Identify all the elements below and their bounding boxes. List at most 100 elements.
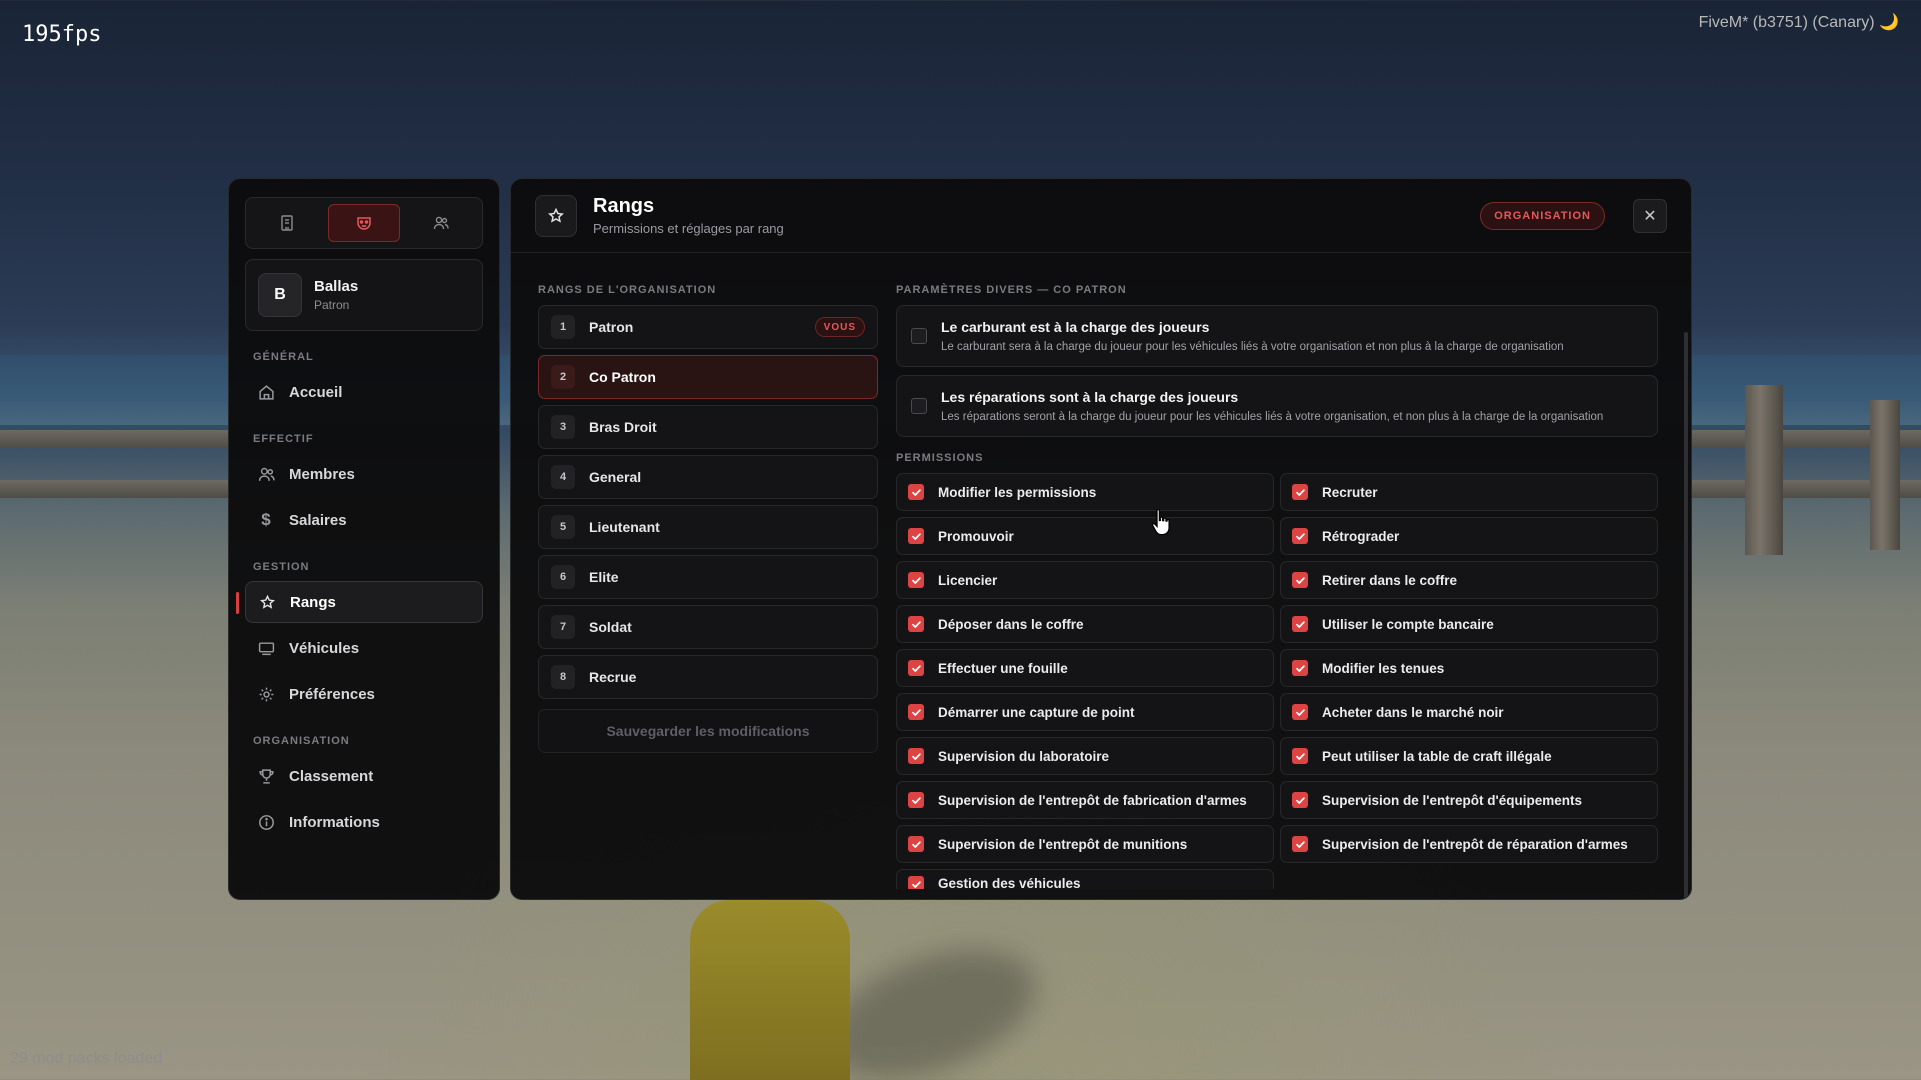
rank-item[interactable]: 3 Bras Droit: [538, 405, 878, 449]
star-icon: [258, 593, 276, 611]
sidebar-item-informations[interactable]: Informations: [245, 801, 483, 843]
rank-number: 8: [551, 665, 575, 689]
permission-item[interactable]: Supervision du laboratoire: [896, 737, 1274, 775]
section-title-general: GÉNÉRAL: [253, 351, 314, 363]
checkbox-checked[interactable]: [908, 572, 924, 588]
checkbox-checked[interactable]: [1292, 704, 1308, 720]
checkbox-checked[interactable]: [908, 836, 924, 852]
sidebar-item-label: Rangs: [290, 593, 336, 611]
permission-item[interactable]: Modifier les tenues: [1280, 649, 1658, 687]
close-icon: ✕: [1643, 207, 1657, 225]
checkbox[interactable]: [911, 328, 927, 344]
permission-item[interactable]: Rétrograder: [1280, 517, 1658, 555]
rank-number: 1: [551, 315, 575, 339]
rank-item[interactable]: 5 Lieutenant: [538, 505, 878, 549]
sidebar-item-vehicules[interactable]: Véhicules: [245, 627, 483, 669]
permission-item[interactable]: Retirer dans le coffre: [1280, 561, 1658, 599]
rank-item[interactable]: 4 General: [538, 455, 878, 499]
sidebar-item-label: Préférences: [289, 685, 375, 703]
rank-item[interactable]: 7 Soldat: [538, 605, 878, 649]
permission-item[interactable]: Supervision de l'entrepôt d'équipements: [1280, 781, 1658, 819]
checkbox-checked[interactable]: [908, 660, 924, 676]
permission-item[interactable]: Licencier: [896, 561, 1274, 599]
info-icon: [257, 813, 275, 831]
checkbox[interactable]: [911, 398, 927, 414]
permission-label: Gestion des véhicules: [938, 876, 1081, 889]
building-tab[interactable]: [252, 204, 322, 242]
sidebar-item-membres[interactable]: Membres: [245, 453, 483, 495]
sidebar-item-rangs[interactable]: Rangs: [236, 581, 483, 623]
users-icon: [433, 216, 449, 230]
rank-label: Elite: [589, 569, 619, 585]
setting-repairs[interactable]: Les réparations sont à la charge des jou…: [896, 375, 1658, 437]
gear-icon: [257, 685, 275, 703]
sidebar-item-accueil[interactable]: Accueil: [245, 371, 483, 413]
permissions-grid: Modifier les permissions Recruter Promouvo…: [896, 473, 1658, 889]
rank-label: Patron: [589, 319, 634, 335]
star-icon: [535, 194, 577, 237]
checkbox-checked[interactable]: [1292, 616, 1308, 632]
checkbox-checked[interactable]: [1292, 572, 1308, 588]
checkbox-checked[interactable]: [1292, 484, 1308, 500]
save-button[interactable]: Sauvegarder les modifications: [538, 709, 878, 753]
dollar-icon: $: [261, 510, 271, 529]
permission-item[interactable]: Effectuer une fouille: [896, 649, 1274, 687]
rank-item-selected[interactable]: 2 Co Patron: [538, 355, 878, 399]
checkbox-checked[interactable]: [1292, 660, 1308, 676]
checkbox-checked[interactable]: [908, 528, 924, 544]
permission-item[interactable]: Promouvoir: [896, 517, 1274, 555]
rank-item[interactable]: 8 Recrue: [538, 655, 878, 699]
scrollbar[interactable]: [1684, 332, 1688, 899]
checkbox-checked[interactable]: [908, 876, 924, 889]
permission-item[interactable]: Modifier les permissions: [896, 473, 1274, 511]
checkbox-checked[interactable]: [1292, 528, 1308, 544]
organisation-badge: ORGANISATION: [1480, 201, 1605, 230]
rank-number: 7: [551, 615, 575, 639]
permission-item[interactable]: Supervision de l'entrepôt de munitions: [896, 825, 1274, 863]
checkbox-checked[interactable]: [908, 484, 924, 500]
permission-item[interactable]: Supervision de l'entrepôt de fabrication…: [896, 781, 1274, 819]
sidebar-item-preferences[interactable]: Préférences: [245, 673, 483, 715]
permission-item[interactable]: Peut utiliser la table de craft illégale: [1280, 737, 1658, 775]
organisation-role: Patron: [314, 298, 350, 312]
checkbox-checked[interactable]: [908, 704, 924, 720]
player-character: [690, 900, 850, 1080]
permission-item[interactable]: Utiliser le compte bancaire: [1280, 605, 1658, 643]
checkbox-checked[interactable]: [908, 616, 924, 632]
permission-item[interactable]: Gestion des véhicules: [896, 869, 1274, 889]
sidebar-item-label: Membres: [289, 465, 355, 483]
permission-item[interactable]: Acheter dans le marché noir: [1280, 693, 1658, 731]
setting-description: Les réparations seront à la charge du jo…: [941, 411, 1604, 423]
rank-item[interactable]: 1 Patron VOUS: [538, 305, 878, 349]
sidebar-item-classement[interactable]: Classement: [245, 755, 483, 797]
ranks-panel: Rangs Permissions et réglages par rang O…: [510, 178, 1692, 900]
fence-post: [1745, 385, 1783, 555]
checkbox-checked[interactable]: [1292, 836, 1308, 852]
checkbox-checked[interactable]: [1292, 748, 1308, 764]
setting-description: Le carburant sera à la charge du joueur …: [941, 341, 1564, 353]
sidebar-item-label: Salaires: [289, 511, 347, 529]
members-tab[interactable]: [406, 204, 476, 242]
permission-item[interactable]: Démarrer une capture de point: [896, 693, 1274, 731]
checkbox-checked[interactable]: [1292, 792, 1308, 808]
setting-fuel[interactable]: Le carburant est à la charge des joueurs…: [896, 305, 1658, 367]
fivem-build-label: FiveM* (b3751) (Canary) 🌙: [1698, 14, 1899, 31]
ranks-column: RANGS DE L'ORGANISATION 1 Patron VOUS 2 …: [538, 284, 878, 753]
permission-item[interactable]: Recruter: [1280, 473, 1658, 511]
users-icon: [257, 465, 275, 483]
sidebar-item-label: Informations: [289, 813, 380, 831]
fps-counter: 195fps: [22, 22, 102, 47]
checkbox-checked[interactable]: [908, 748, 924, 764]
permission-item[interactable]: Supervision de l'entrepôt de réparation …: [1280, 825, 1658, 863]
close-button[interactable]: ✕: [1633, 198, 1667, 233]
checkbox-checked[interactable]: [908, 792, 924, 808]
sidebar-item-salaires[interactable]: $ Salaires: [245, 499, 483, 541]
permission-label: Utiliser le compte bancaire: [1322, 616, 1494, 632]
permission-label: Supervision de l'entrepôt de fabrication…: [938, 792, 1247, 808]
organisation-tab[interactable]: [328, 204, 400, 242]
rank-label: General: [589, 469, 642, 485]
rank-label: Lieutenant: [589, 519, 660, 535]
rank-item[interactable]: 6 Elite: [538, 555, 878, 599]
rank-label: Bras Droit: [589, 419, 657, 435]
permission-item[interactable]: Déposer dans le coffre: [896, 605, 1274, 643]
